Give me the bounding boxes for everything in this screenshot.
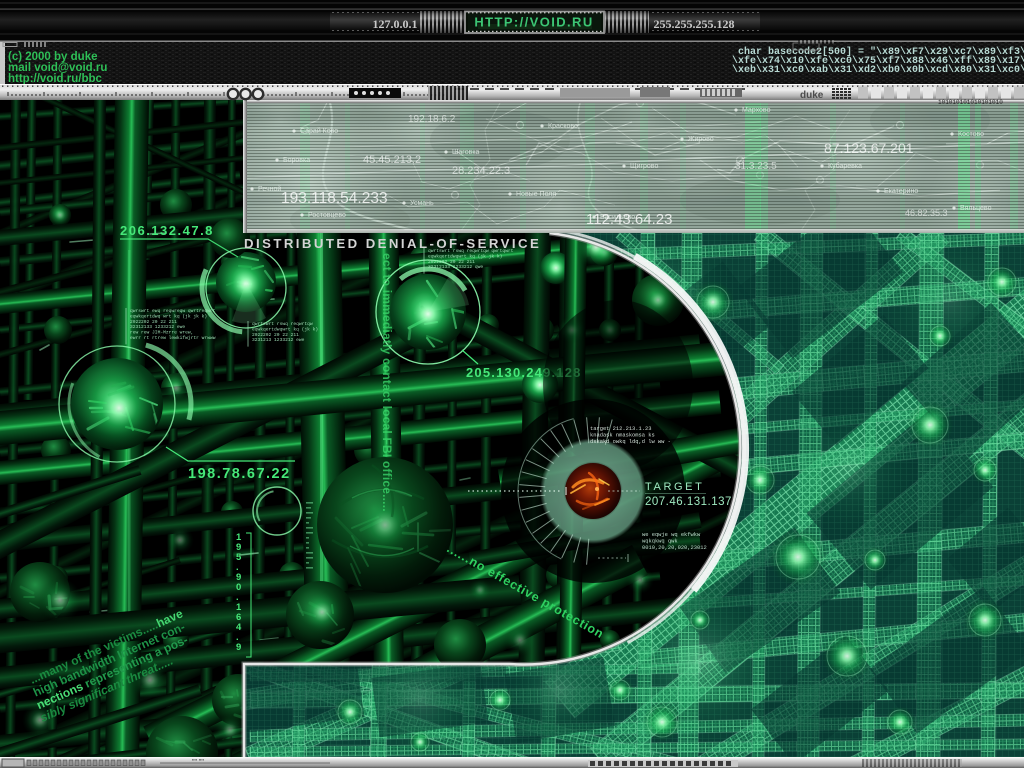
- svg-text:46.82.35.3: 46.82.35.3: [905, 208, 948, 218]
- svg-text:193.118.54.233: 193.118.54.233: [281, 190, 388, 207]
- svg-text:2022202 20 22 211: 2022202 20 22 211: [252, 332, 299, 338]
- svg-text:207.46.131.137: 207.46.131.137: [645, 496, 732, 508]
- svg-text:knadask nmaskomsa ks: knadask nmaskomsa ks: [590, 432, 655, 438]
- svg-text:ect to immediatly contact loca: ect to immediatly contact local FBI offi…: [380, 253, 394, 512]
- svg-text:3231213 1233212 ewe: 3231213 1233212 ewe: [252, 337, 305, 343]
- svg-text:Сарай Ково: Сарай Ково: [300, 127, 338, 135]
- svg-text:101010101010101010: 101010101010101010: [938, 99, 1003, 106]
- svg-text:Новые Поля: Новые Поля: [516, 191, 556, 198]
- svg-text:9: 9: [236, 642, 241, 653]
- svg-text:255.255.255.128: 255.255.255.128: [654, 17, 735, 31]
- svg-text:Мархово: Мархово: [742, 107, 771, 114]
- svg-text:\xeb\x31\xc0\xab\x31\xd2\xb0\x: \xeb\x31\xc0\xab\x31\xd2\xb0\x0b\xcd\x80…: [732, 64, 1024, 76]
- svg-text:target 212.213.1.23: target 212.213.1.23: [590, 426, 651, 432]
- svg-text:duke: duke: [800, 90, 824, 101]
- svg-text:TARGET: TARGET: [645, 481, 704, 493]
- svg-text:127.0.0.1: 127.0.0.1: [373, 17, 418, 31]
- svg-text:Речной: Речной: [258, 185, 281, 193]
- svg-text:2022202 20 22 211: 2022202 20 22 211: [130, 319, 177, 325]
- svg-text:ewrr rt rtrew lewkifwjrtr wrww: ewrr rt rtrew lewkifwjrtr wrwww: [130, 335, 216, 341]
- svg-text:Щигрово: Щигрово: [630, 163, 658, 170]
- svg-text:206.132.47.8: 206.132.47.8: [120, 223, 214, 238]
- svg-text:qwrtswrt rswq reqwrtqw: qwrtswrt rswq reqwrtqw: [252, 321, 313, 327]
- svg-text:we eqwje wq ekfwkw: we eqwje wq ekfwkw: [642, 532, 701, 538]
- svg-text:112.43.64.23: 112.43.64.23: [586, 211, 672, 228]
- svg-text:Костово: Костово: [958, 131, 984, 138]
- svg-text:28.234.22.3: 28.234.22.3: [452, 165, 510, 177]
- svg-text:eqwkqertdwqwrt kq (jk k): eqwkqertdwqwrt kq (jk k): [252, 326, 318, 332]
- svg-text:45.45.213.2: 45.45.213.2: [363, 154, 421, 166]
- svg-text:Усмань: Усмань: [410, 200, 434, 207]
- svg-text:dskakd owkq ldq,d lw ww -: dskakd owkq ldq,d lw ww -: [590, 439, 671, 445]
- svg-text:rew rew JIM-Mzrre wrew,: rew rew JIM-Mzrre wrew,: [130, 330, 193, 336]
- svg-text:Жирово: Жирово: [688, 136, 714, 143]
- svg-text:31.3.23.5: 31.3.23.5: [735, 161, 777, 172]
- svg-text:HTTP://VOID.RU: HTTP://VOID.RU: [474, 15, 593, 30]
- svg-text:Вяльцево: Вяльцево: [960, 205, 992, 212]
- svg-text:wqkqkwq qwk: wqkqkwq qwk: [642, 538, 678, 544]
- svg-text:eqwkqertdwqwrt kq (jk jk k): eqwkqertdwqwrt kq (jk jk k): [428, 253, 502, 259]
- svg-text:32312133 1233212 ewe: 32312133 1233212 ewe: [130, 324, 185, 330]
- svg-text:Боровка: Боровка: [283, 157, 310, 164]
- svg-text:0010,20,20,020,23012: 0010,20,20,020,23012: [642, 545, 707, 551]
- svg-text:Красково: Красково: [548, 123, 578, 130]
- svg-text:Екатерино: Екатерино: [884, 188, 918, 195]
- svg-text:198.78.67.22: 198.78.67.22: [188, 466, 291, 482]
- svg-text:Ростовцево: Ростовцево: [308, 212, 346, 219]
- svg-text:DISTRIBUTED DENIAL-OF-SERVICE: DISTRIBUTED DENIAL-OF-SERVICE: [244, 236, 541, 251]
- svg-text:2022202 20 22 211: 2022202 20 22 211: [428, 259, 475, 265]
- svg-text:87.123.67.201: 87.123.67.201: [824, 140, 914, 156]
- svg-text:http://void.ru/bbc: http://void.ru/bbc: [8, 73, 103, 85]
- svg-text:qwrswrt ewq reqwreqw qwrtreqw: qwrswrt ewq reqwreqw qwrtreqwrt: [130, 308, 216, 314]
- svg-text:Шаговка: Шаговка: [452, 149, 480, 156]
- svg-text:32312133 1233212 qwe: 32312133 1233212 qwe: [428, 264, 483, 270]
- svg-text:eqwkqertdwq wrt kq (jk jk k): eqwkqertdwq wrt kq (jk jk k): [130, 313, 207, 319]
- svg-text:"" "": "" "": [192, 759, 204, 766]
- svg-text:192.18.6.2: 192.18.6.2: [408, 114, 456, 125]
- svg-text:Кубаревка: Кубаревка: [828, 162, 862, 170]
